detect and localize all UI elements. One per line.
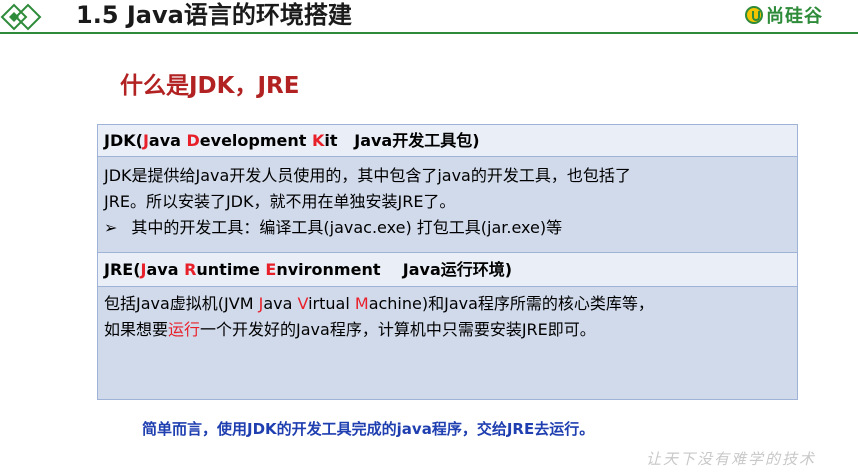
jre-text: irtual	[308, 294, 355, 313]
logo-icon	[745, 6, 763, 24]
jdk-heading-d: D	[186, 131, 200, 150]
jdk-bullet: ➢ 其中的开发工具：编译工具(javac.exe) 打包工具(jar.exe)等	[104, 215, 797, 241]
jdk-heading-text: it Java开发工具包)	[324, 131, 480, 150]
jre-text: ava	[263, 294, 298, 313]
jre-heading: JRE(Java Runtime Environment Java运行环境)	[98, 253, 797, 287]
jdk-line-2: JRE。所以安装了JDK，就不用在单独安装JRE了。	[104, 192, 456, 211]
jre-m: M	[354, 294, 369, 313]
jre-text: 一个开发好的Java程序，计算机中只需要安装JRE即可。	[200, 320, 596, 339]
jre-heading-text: ava	[146, 260, 185, 279]
jre-heading-text: nvironment Java运行环境)	[276, 260, 513, 279]
brand-logo: 尚硅谷	[745, 2, 823, 28]
jre-line-2: 如果想要运行一个开发好的Java程序，计算机中只需要安装JRE即可。	[104, 317, 797, 343]
jre-line-1: 包括Java虚拟机(JVM Java Virtual Machine)和Java…	[104, 291, 797, 317]
jre-text: achine)和Java程序所需的核心类库等，	[368, 294, 654, 313]
jdk-heading-text: evelopment	[199, 131, 312, 150]
jre-heading-text: untime	[196, 260, 266, 279]
jre-v: V	[297, 294, 309, 313]
jre-heading-e: E	[265, 260, 277, 279]
jre-text: 包括Java虚拟机(JVM	[104, 294, 259, 313]
page-title: 1.5 Java语言的环境搭建	[76, 1, 352, 29]
jre-text: 如果想要	[104, 320, 169, 339]
jre-heading-r: R	[184, 260, 197, 279]
jdk-heading: JDK(Java Development Kit Java开发工具包)	[98, 125, 797, 157]
jdk-description: JDK是提供给Java开发人员使用的，其中包含了java的开发工具，也包括了 J…	[98, 157, 797, 253]
diamond-decoration-icon	[0, 3, 42, 31]
jdk-line-1: JDK是提供给Java开发人员使用的，其中包含了java的开发工具，也包括了	[104, 166, 631, 185]
summary-text: 简单而言，使用JDK的开发工具完成的java程序，交给JRE去运行。	[142, 420, 595, 438]
logo-text: 尚硅谷	[766, 6, 823, 27]
jdk-heading-text: ava	[148, 131, 187, 150]
jdk-bullet-text: 其中的开发工具：编译工具(javac.exe) 打包工具(jar.exe)等	[131, 218, 563, 237]
jre-description: 包括Java虚拟机(JVM Java Virtual Machine)和Java…	[98, 287, 797, 399]
header-divider	[0, 32, 858, 34]
definition-table: JDK(Java Development Kit Java开发工具包) JDK是…	[97, 124, 798, 400]
section-title: 什么是JDK，JRE	[120, 73, 300, 99]
jdk-heading-text: JDK(	[104, 131, 143, 150]
jre-heading-text: JRE(	[104, 260, 141, 279]
watermark-slogan: 让天下没有难学的技术	[646, 450, 817, 468]
jre-run-highlight: 运行	[168, 320, 201, 339]
bullet-arrow-icon: ➢	[104, 218, 118, 237]
jdk-heading-k: K	[311, 131, 325, 150]
